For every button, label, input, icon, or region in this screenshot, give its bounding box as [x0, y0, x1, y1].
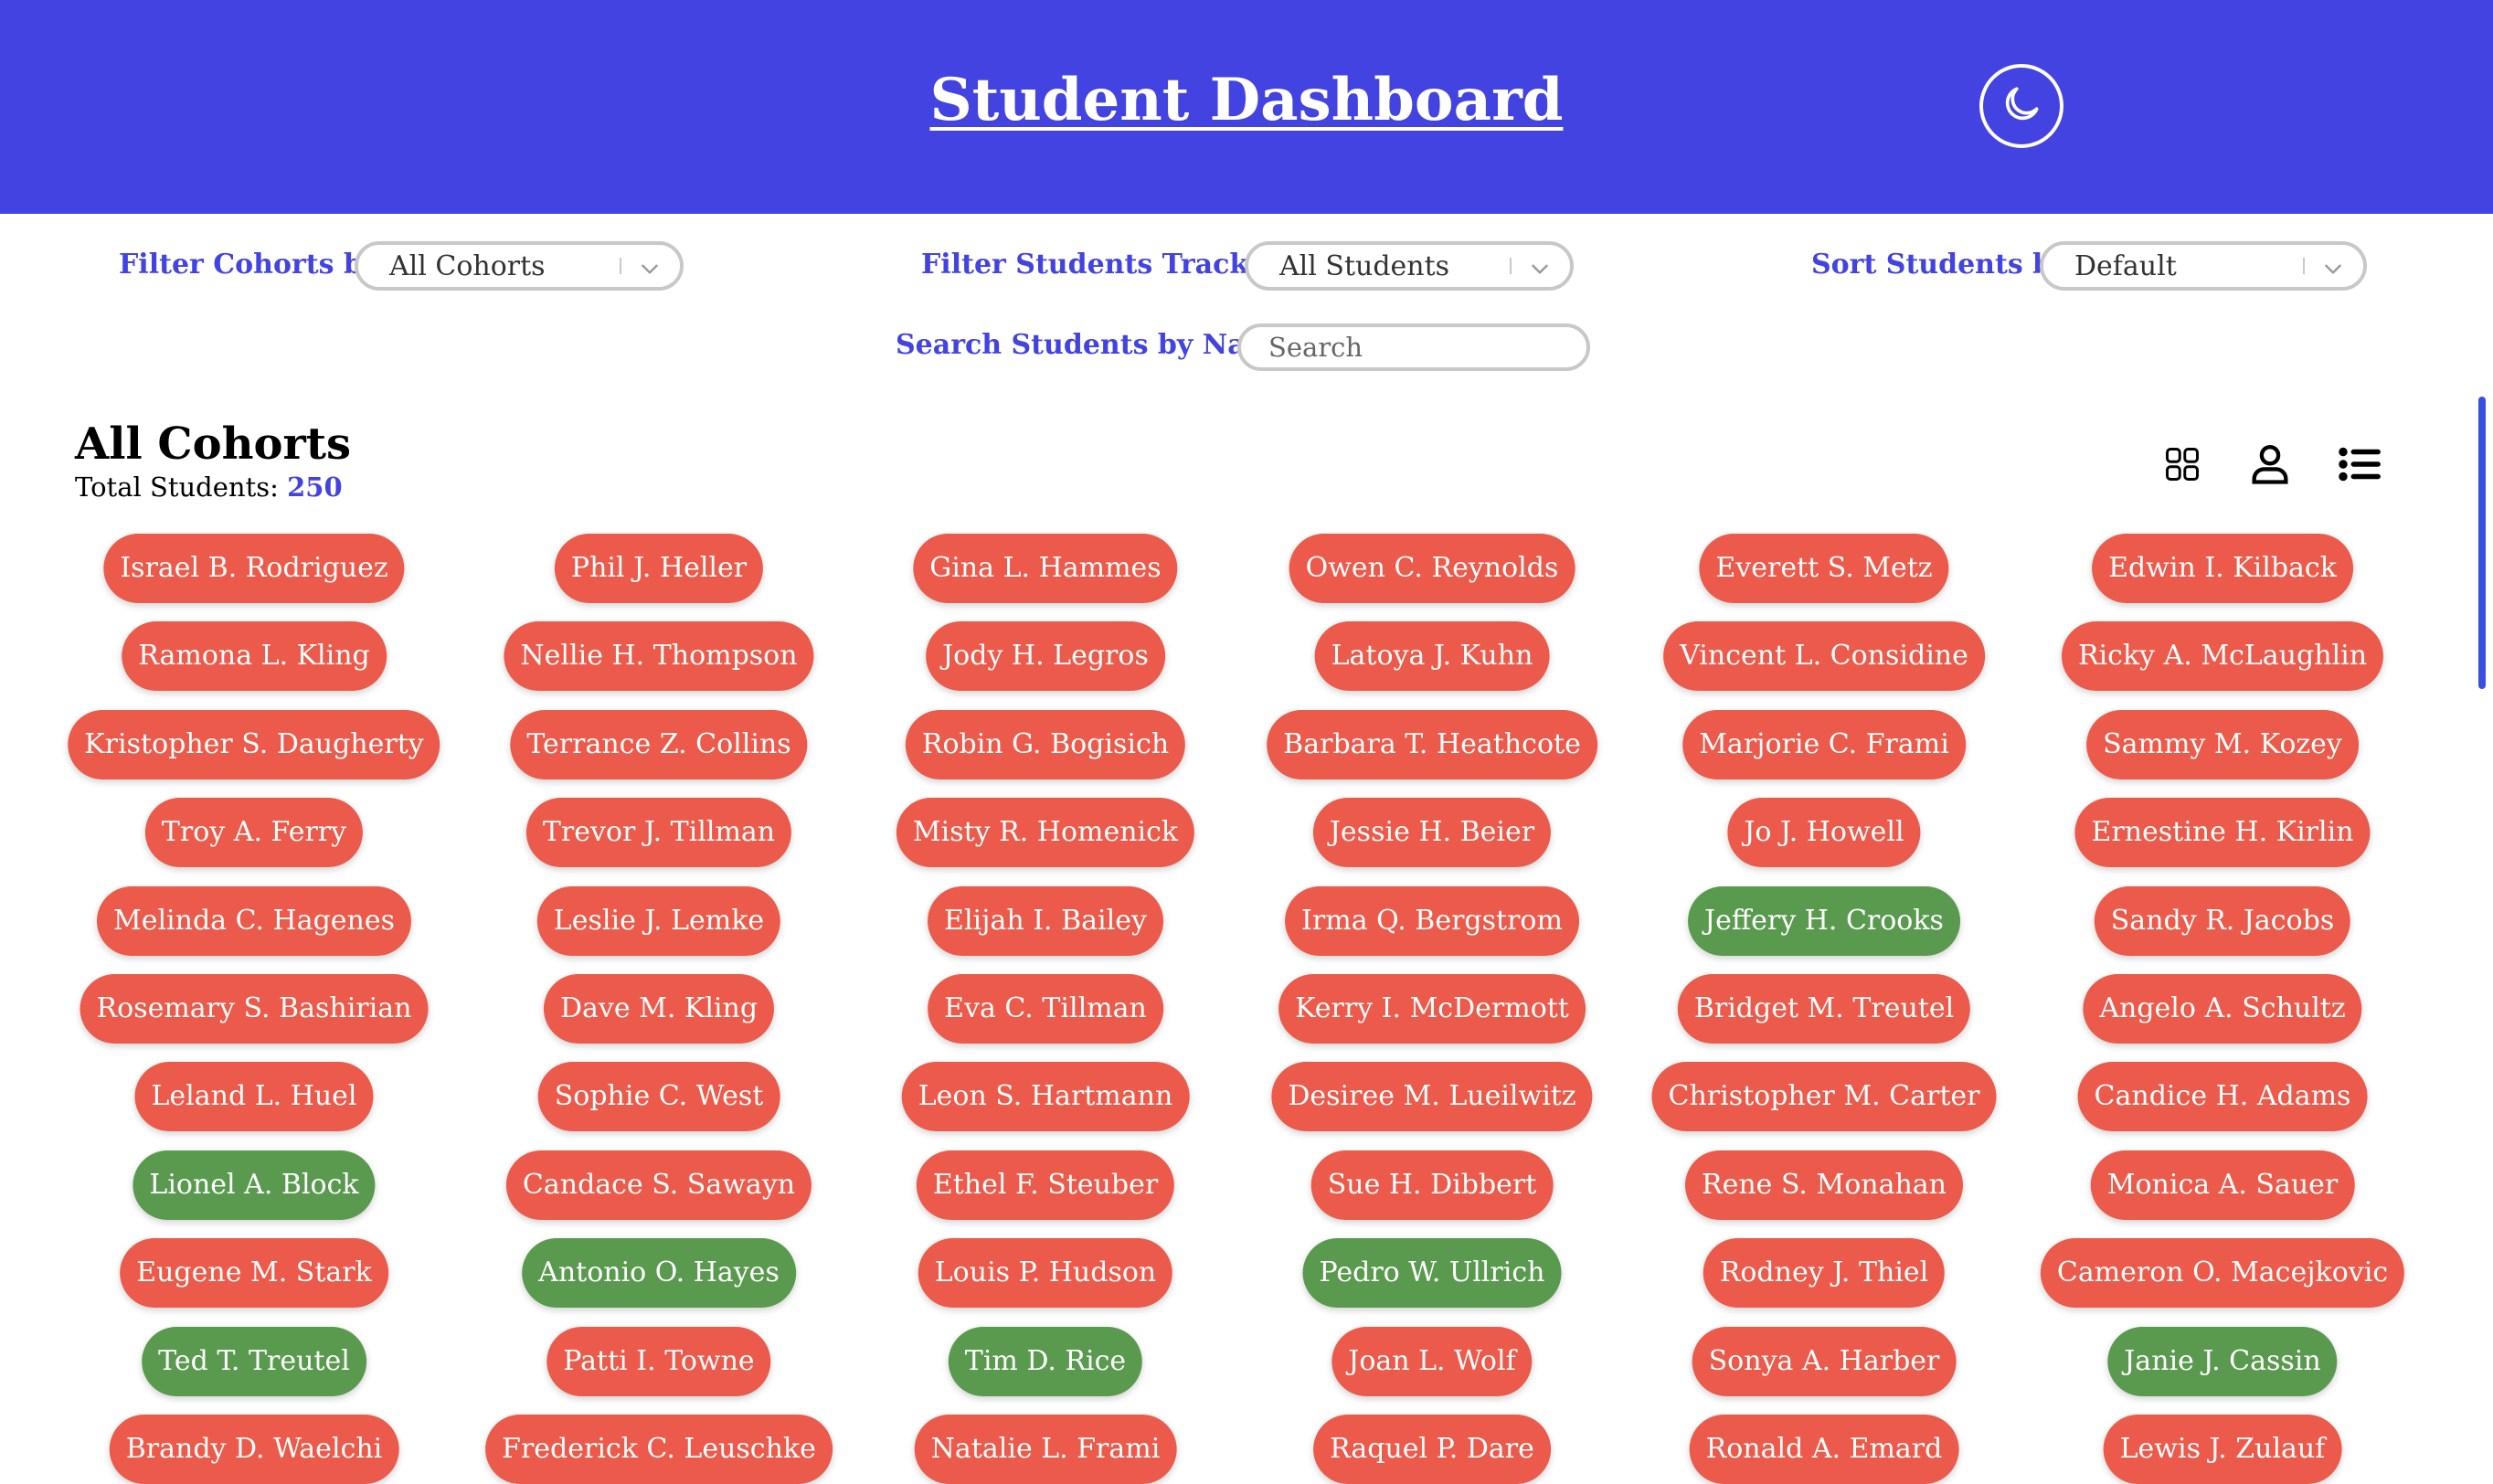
scrollbar-thumb[interactable]	[2478, 397, 2486, 689]
student-pill[interactable]: Elijah I. Bailey	[928, 885, 1163, 956]
student-pill[interactable]: Owen C. Reynolds	[1289, 534, 1575, 603]
student-pill[interactable]: Misty R. Homenick	[896, 798, 1195, 868]
select-separator	[620, 258, 621, 274]
list-view-icon	[2335, 440, 2384, 493]
student-pill[interactable]: Ted T. Treutel	[142, 1326, 366, 1396]
track-filter-select[interactable]: All Students	[1245, 241, 1574, 291]
student-pill[interactable]: Jeffery H. Crooks	[1688, 885, 1960, 956]
user-view-icon	[2246, 440, 2294, 492]
student-pill[interactable]: Gina L. Hammes	[913, 534, 1178, 603]
header-bar: Student Dashboard	[0, 0, 2493, 214]
student-pill[interactable]: Jessie H. Beier	[1312, 798, 1552, 868]
cohort-filter-value: All Cohorts	[389, 249, 546, 282]
student-pill[interactable]: Robin G. Bogisich	[905, 709, 1186, 779]
student-pill[interactable]: Leslie J. Lemke	[536, 885, 781, 956]
student-pill[interactable]: Nellie H. Thompson	[504, 621, 814, 692]
student-pill[interactable]: Leon S. Hartmann	[901, 1062, 1190, 1132]
student-pill[interactable]: Barbara T. Heathcote	[1267, 709, 1597, 779]
grid-view-button[interactable]	[2153, 437, 2212, 495]
select-separator	[1510, 258, 1512, 274]
student-pill[interactable]: Phil J. Heller	[554, 534, 764, 603]
student-pill[interactable]: Jody H. Legros	[926, 621, 1165, 692]
student-pill[interactable]: Bridget M. Treutel	[1677, 974, 1971, 1044]
student-pill[interactable]: Candace S. Sawayn	[505, 1150, 812, 1220]
student-pill[interactable]: Frederick C. Leuschke	[485, 1415, 833, 1484]
student-pill[interactable]: Christopher M. Carter	[1651, 1062, 1997, 1132]
student-pill[interactable]: Ernestine H. Kirlin	[2074, 798, 2371, 868]
student-pill[interactable]: Kerry I. McDermott	[1278, 974, 1586, 1044]
page-title: Student Dashboard	[929, 66, 1564, 134]
user-view-button[interactable]	[2241, 437, 2299, 495]
student-pill[interactable]: Louis P. Hudson	[918, 1238, 1173, 1309]
student-pill[interactable]: Marjorie C. Frami	[1682, 709, 1966, 779]
student-pill[interactable]: Rosemary S. Bashirian	[80, 974, 429, 1044]
student-pill[interactable]: Monica A. Sauer	[2090, 1150, 2355, 1220]
student-pill[interactable]: Desiree M. Lueilwitz	[1271, 1062, 1593, 1132]
chevron-down-icon	[2321, 256, 2345, 288]
student-pill[interactable]: Janie J. Cassin	[2107, 1326, 2338, 1396]
student-pill[interactable]: Rene S. Monahan	[1684, 1150, 1964, 1220]
total-students-count: 250	[287, 472, 343, 503]
student-pill[interactable]: Troy A. Ferry	[144, 798, 364, 868]
student-pill[interactable]: Sandy R. Jacobs	[2094, 885, 2351, 956]
student-pill[interactable]: Trevor J. Tillman	[525, 798, 792, 868]
student-pill[interactable]: Natalie L. Frami	[914, 1415, 1177, 1484]
student-pill[interactable]: Patti I. Towne	[546, 1326, 771, 1396]
student-pill[interactable]: Raquel P. Dare	[1313, 1415, 1551, 1484]
student-pill[interactable]: Antonio O. Hayes	[522, 1238, 796, 1309]
student-pill[interactable]: Vincent L. Considine	[1663, 621, 1985, 692]
chevron-down-icon	[638, 256, 662, 288]
student-pill[interactable]: Edwin I. Kilback	[2092, 534, 2353, 603]
chevron-down-icon	[1528, 256, 1552, 288]
theme-toggle-button[interactable]	[1979, 64, 2063, 148]
student-pill[interactable]: Dave M. Kling	[543, 974, 775, 1044]
section-title: All Cohorts	[75, 419, 352, 470]
list-view-button[interactable]	[2330, 437, 2389, 495]
grid-view-icon	[2162, 444, 2202, 488]
student-pill[interactable]: Ethel F. Steuber	[916, 1150, 1175, 1220]
student-pill[interactable]: Ronald A. Emard	[1689, 1415, 1959, 1484]
total-students: Total Students: 250	[75, 472, 343, 503]
student-pill[interactable]: Cameron O. Macejkovic	[2040, 1238, 2405, 1309]
student-pill[interactable]: Ricky A. McLaughlin	[2061, 621, 2384, 692]
moon-icon	[1999, 81, 2044, 131]
sort-label: Sort Students by:	[1811, 249, 2078, 281]
track-filter-value: All Students	[1279, 249, 1450, 282]
student-pill[interactable]: Sue H. Dibbert	[1310, 1150, 1554, 1220]
search-input[interactable]	[1237, 323, 1590, 371]
sort-select[interactable]: Default	[2040, 241, 2367, 291]
student-pill[interactable]: Terrance Z. Collins	[510, 709, 808, 779]
student-pill[interactable]: Irma Q. Bergstrom	[1285, 885, 1579, 956]
cohort-filter-label: Filter Cohorts by:	[119, 249, 389, 281]
cohort-filter-select[interactable]: All Cohorts	[355, 241, 684, 291]
student-pill[interactable]: Jo J. Howell	[1727, 798, 1921, 868]
student-pill[interactable]: Candice H. Adams	[2077, 1062, 2368, 1132]
student-pill[interactable]: Sonya A. Harber	[1692, 1326, 1957, 1396]
select-separator	[2303, 258, 2305, 274]
student-pill[interactable]: Eugene M. Stark	[120, 1238, 388, 1309]
student-pill[interactable]: Israel B. Rodriguez	[103, 534, 405, 603]
student-pill[interactable]: Sophie C. West	[537, 1062, 780, 1132]
student-pill[interactable]: Eva C. Tillman	[928, 974, 1163, 1044]
student-pill[interactable]: Sammy M. Kozey	[2086, 709, 2359, 779]
student-pill[interactable]: Angelo A. Schultz	[2083, 974, 2362, 1044]
total-students-label: Total Students:	[75, 472, 279, 503]
student-pill[interactable]: Ramona L. Kling	[122, 621, 387, 692]
student-pill[interactable]: Everett S. Metz	[1699, 534, 1949, 603]
student-pill[interactable]: Rodney J. Thiel	[1703, 1238, 1946, 1309]
student-pill[interactable]: Lewis J. Zulauf	[2103, 1415, 2342, 1484]
student-pill[interactable]: Kristopher S. Daugherty	[68, 709, 440, 779]
student-pill[interactable]: Brandy D. Waelchi	[109, 1415, 399, 1484]
student-pill[interactable]: Tim D. Rice	[948, 1326, 1143, 1396]
student-pill[interactable]: Lionel A. Block	[133, 1150, 376, 1220]
student-pill[interactable]: Pedro W. Ullrich	[1302, 1238, 1562, 1309]
student-pill[interactable]: Joan L. Wolf	[1331, 1326, 1533, 1396]
sort-value: Default	[2074, 249, 2177, 282]
student-pill[interactable]: Melinda C. Hagenes	[96, 885, 412, 956]
student-pill[interactable]: Leland L. Huel	[134, 1062, 374, 1132]
student-pill[interactable]: Latoya J. Kuhn	[1314, 621, 1550, 692]
